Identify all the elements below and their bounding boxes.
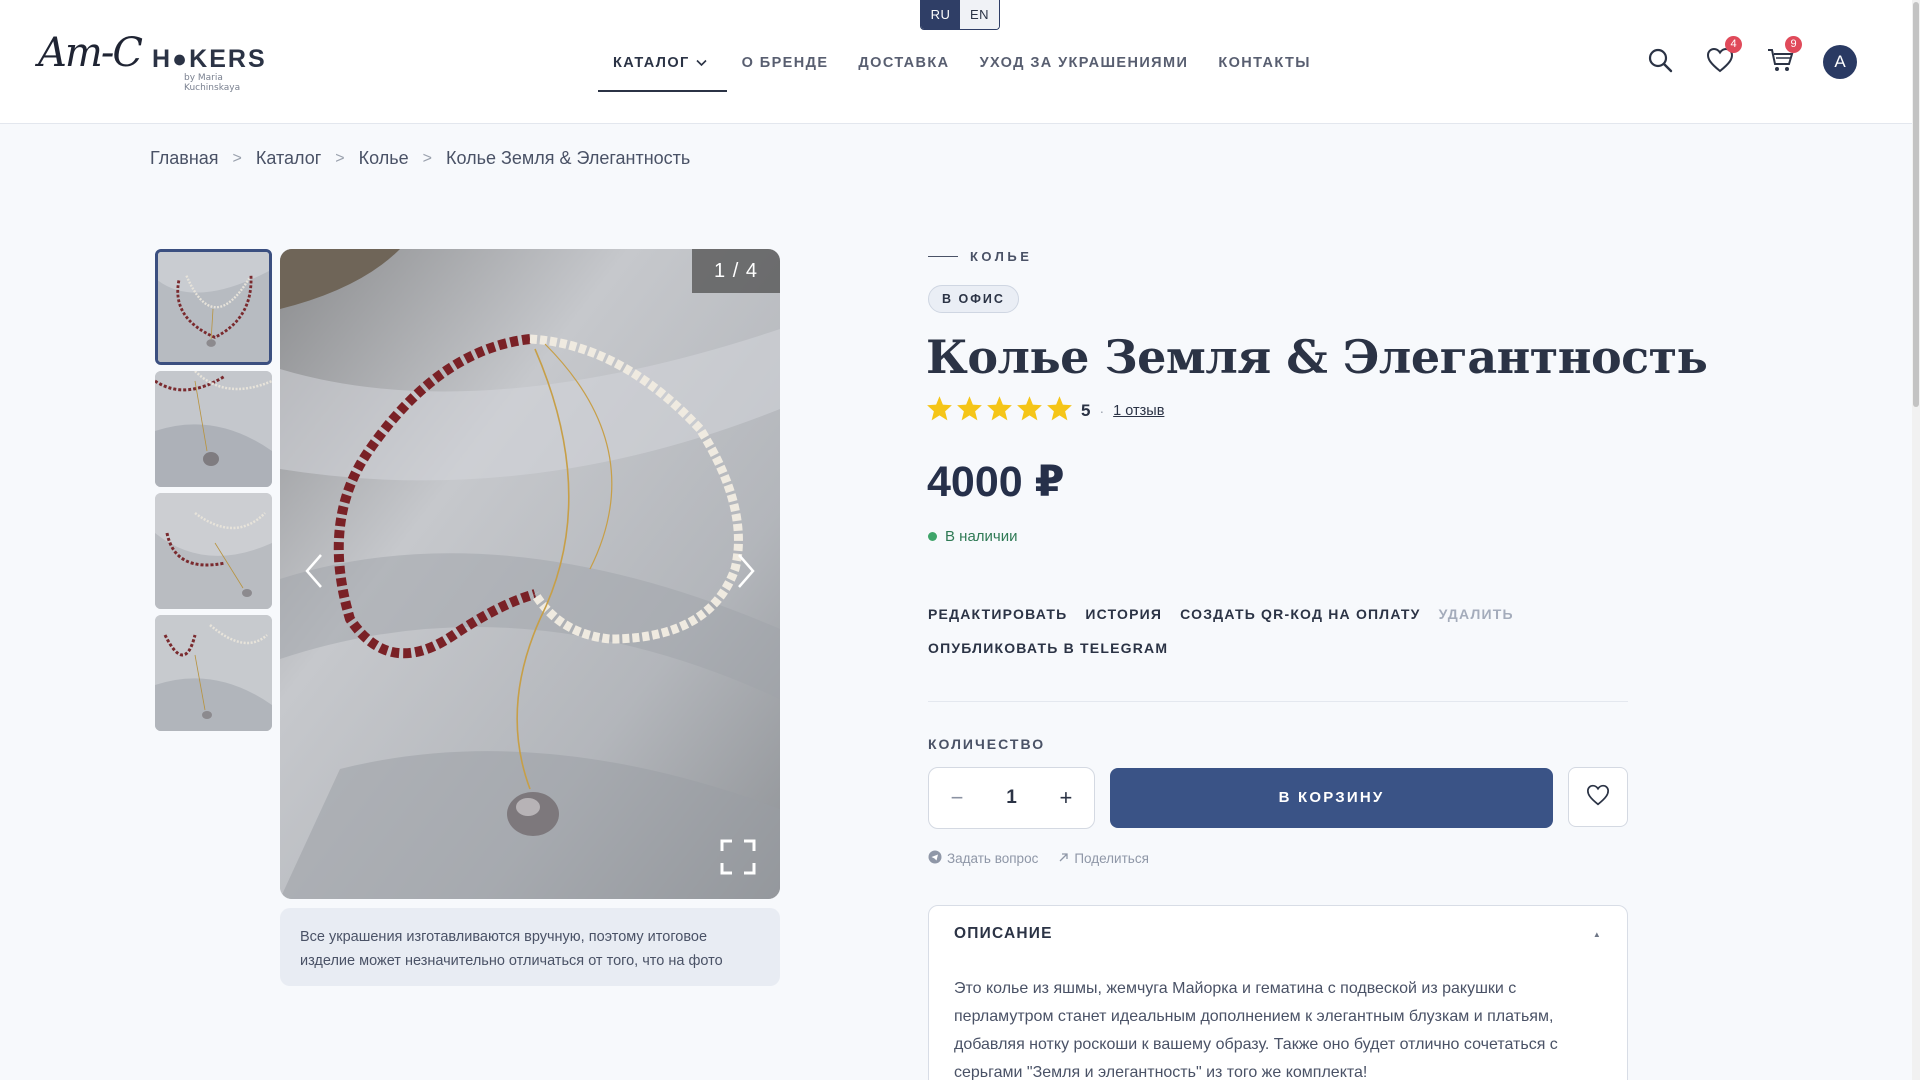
stock-status: В наличии [928,528,1018,545]
product-main-image[interactable]: 1 / 4 [280,249,780,899]
gallery-thumbnail[interactable] [155,615,272,731]
page-scrollbar[interactable] [1912,0,1920,1080]
chevron-up-icon: ▲ [1592,929,1602,939]
chevron-right-icon: > [335,149,345,167]
share-arrow-icon [1058,851,1069,866]
site-header: RU EN Am-C H●KERS by Maria Kuchinskaya К… [0,0,1920,124]
quantity-decrease-button[interactable]: − [947,785,967,811]
search-button[interactable] [1630,44,1690,80]
quantity-value[interactable]: 1 [1006,787,1017,809]
nav-care[interactable]: УХОД ЗА УКРАШЕНИЯМИ [965,40,1204,92]
share-label: Поделиться [1074,851,1149,866]
expand-icon [720,839,756,879]
avatar: A [1823,45,1857,79]
gallery-thumbnails [155,249,274,737]
share-link[interactable]: Поделиться [1058,850,1149,867]
history-button[interactable]: ИСТОРИЯ [1085,606,1162,622]
star-icon [956,395,983,426]
profile-button[interactable]: A [1810,44,1870,80]
gallery-thumbnail[interactable] [155,493,272,609]
quantity-stepper: − 1 + [928,767,1095,829]
delete-button[interactable]: УДАЛИТЬ [1439,606,1514,622]
stock-dot-icon [928,532,937,541]
description-toggle[interactable]: ОПИСАНИЕ ▲ [954,906,1602,962]
cart-count-badge: 9 [1785,36,1802,53]
nav-contacts[interactable]: КОНТАКТЫ [1203,40,1325,92]
breadcrumb-home[interactable]: Главная [150,148,219,169]
quantity-label: КОЛИЧЕСТВО [928,736,1046,752]
gallery-thumbnail[interactable] [155,249,272,365]
language-switcher: RU EN [920,0,1000,30]
nav-catalog-label: КАТАЛОГ [613,55,690,71]
category-label: КОЛЬЕ [970,249,1033,264]
chevron-right-icon: > [422,149,432,167]
star-icon [986,395,1013,426]
add-to-cart-button[interactable]: В КОРЗИНУ [1110,768,1553,828]
lang-en-button[interactable]: EN [960,0,999,29]
breadcrumb: Главная > Каталог > Колье > Колье Земля … [150,148,690,169]
quantity-increase-button[interactable]: + [1056,785,1076,811]
star-icon [926,395,953,426]
rating-stars [926,395,1073,426]
product-title: Колье Земля & Элегантность [926,330,1708,384]
heart-icon [1586,784,1610,811]
scrollbar-thumb[interactable] [1913,2,1919,407]
star-icon [1046,395,1073,426]
handmade-note: Все украшения изготавливаются вручную, п… [280,908,780,986]
search-icon [1647,47,1673,78]
logo-wordmark: H●KERS [152,45,267,73]
stock-label: В наличии [945,528,1018,545]
product-rating: 5 · 1 отзыв [926,395,1164,426]
main-nav: КАТАЛОГ О БРЕНДЕ ДОСТАВКА УХОД ЗА УКРАШЕ… [598,40,1326,92]
category-line [928,256,958,257]
breadcrumb-catalog[interactable]: Каталог [256,148,321,169]
rating-separator: · [1099,402,1105,419]
product-photo [280,249,780,899]
gallery-next-button[interactable] [726,549,766,597]
brand-logo[interactable]: Am-C H●KERS by Maria Kuchinskaya [38,30,278,100]
create-qr-button[interactable]: СОЗДАТЬ QR-КОД НА ОПЛАТУ [1180,606,1420,622]
header-actions: 4 9 A [1630,36,1870,80]
product-category: КОЛЬЕ [928,249,1032,264]
nav-brand[interactable]: О БРЕНДЕ [727,40,844,92]
divider [928,701,1628,702]
logo-script: Am-C [38,30,143,76]
nav-catalog[interactable]: КАТАЛОГ [598,40,727,92]
wishlist-button[interactable]: 4 [1690,36,1750,80]
product-price: 4000 ₽ [927,458,1065,506]
description-panel: ОПИСАНИЕ ▲ Это колье из яшмы, жемчуга Ма… [928,905,1628,1080]
logo-subtitle: by Maria Kuchinskaya [184,73,241,93]
nav-delivery[interactable]: ДОСТАВКА [843,40,964,92]
star-icon [1016,395,1043,426]
ask-question-link[interactable]: Задать вопрос [928,850,1038,867]
gallery-prev-button[interactable] [294,549,334,597]
description-text: Это колье из яшмы, жемчуга Майорка и гем… [954,980,1558,1080]
office-badge: В ОФИС [928,285,1019,313]
telegram-icon [928,850,942,867]
chevron-down-icon [696,58,707,70]
chevron-right-icon: > [232,149,242,167]
ask-question-label: Задать вопрос [947,851,1039,866]
chevron-right-icon [736,553,756,594]
edit-button[interactable]: РЕДАКТИРОВАТЬ [928,606,1067,622]
rating-value: 5 [1081,400,1091,420]
breadcrumb-category[interactable]: Колье [359,148,409,169]
description-title: ОПИСАНИЕ [954,925,1053,942]
fullscreen-button[interactable] [720,839,756,875]
secondary-links: Задать вопрос Поделиться [928,850,1149,867]
breadcrumb-current: Колье Земля & Элегантность [445,148,691,168]
gallery-thumbnail[interactable] [155,371,272,487]
chevron-left-icon [304,553,324,594]
wishlist-count-badge: 4 [1725,36,1742,53]
admin-actions: РЕДАКТИРОВАТЬ ИСТОРИЯ СОЗДАТЬ QR-КОД НА … [928,597,1528,665]
cart-button[interactable]: 9 [1750,36,1810,80]
lang-ru-button[interactable]: RU [921,0,960,29]
reviews-link[interactable]: 1 отзыв [1113,403,1164,419]
image-counter: 1 / 4 [692,249,780,293]
add-to-wishlist-button[interactable] [1568,767,1628,827]
publish-telegram-button[interactable]: ОПУБЛИКОВАТЬ В TELEGRAM [928,640,1168,656]
